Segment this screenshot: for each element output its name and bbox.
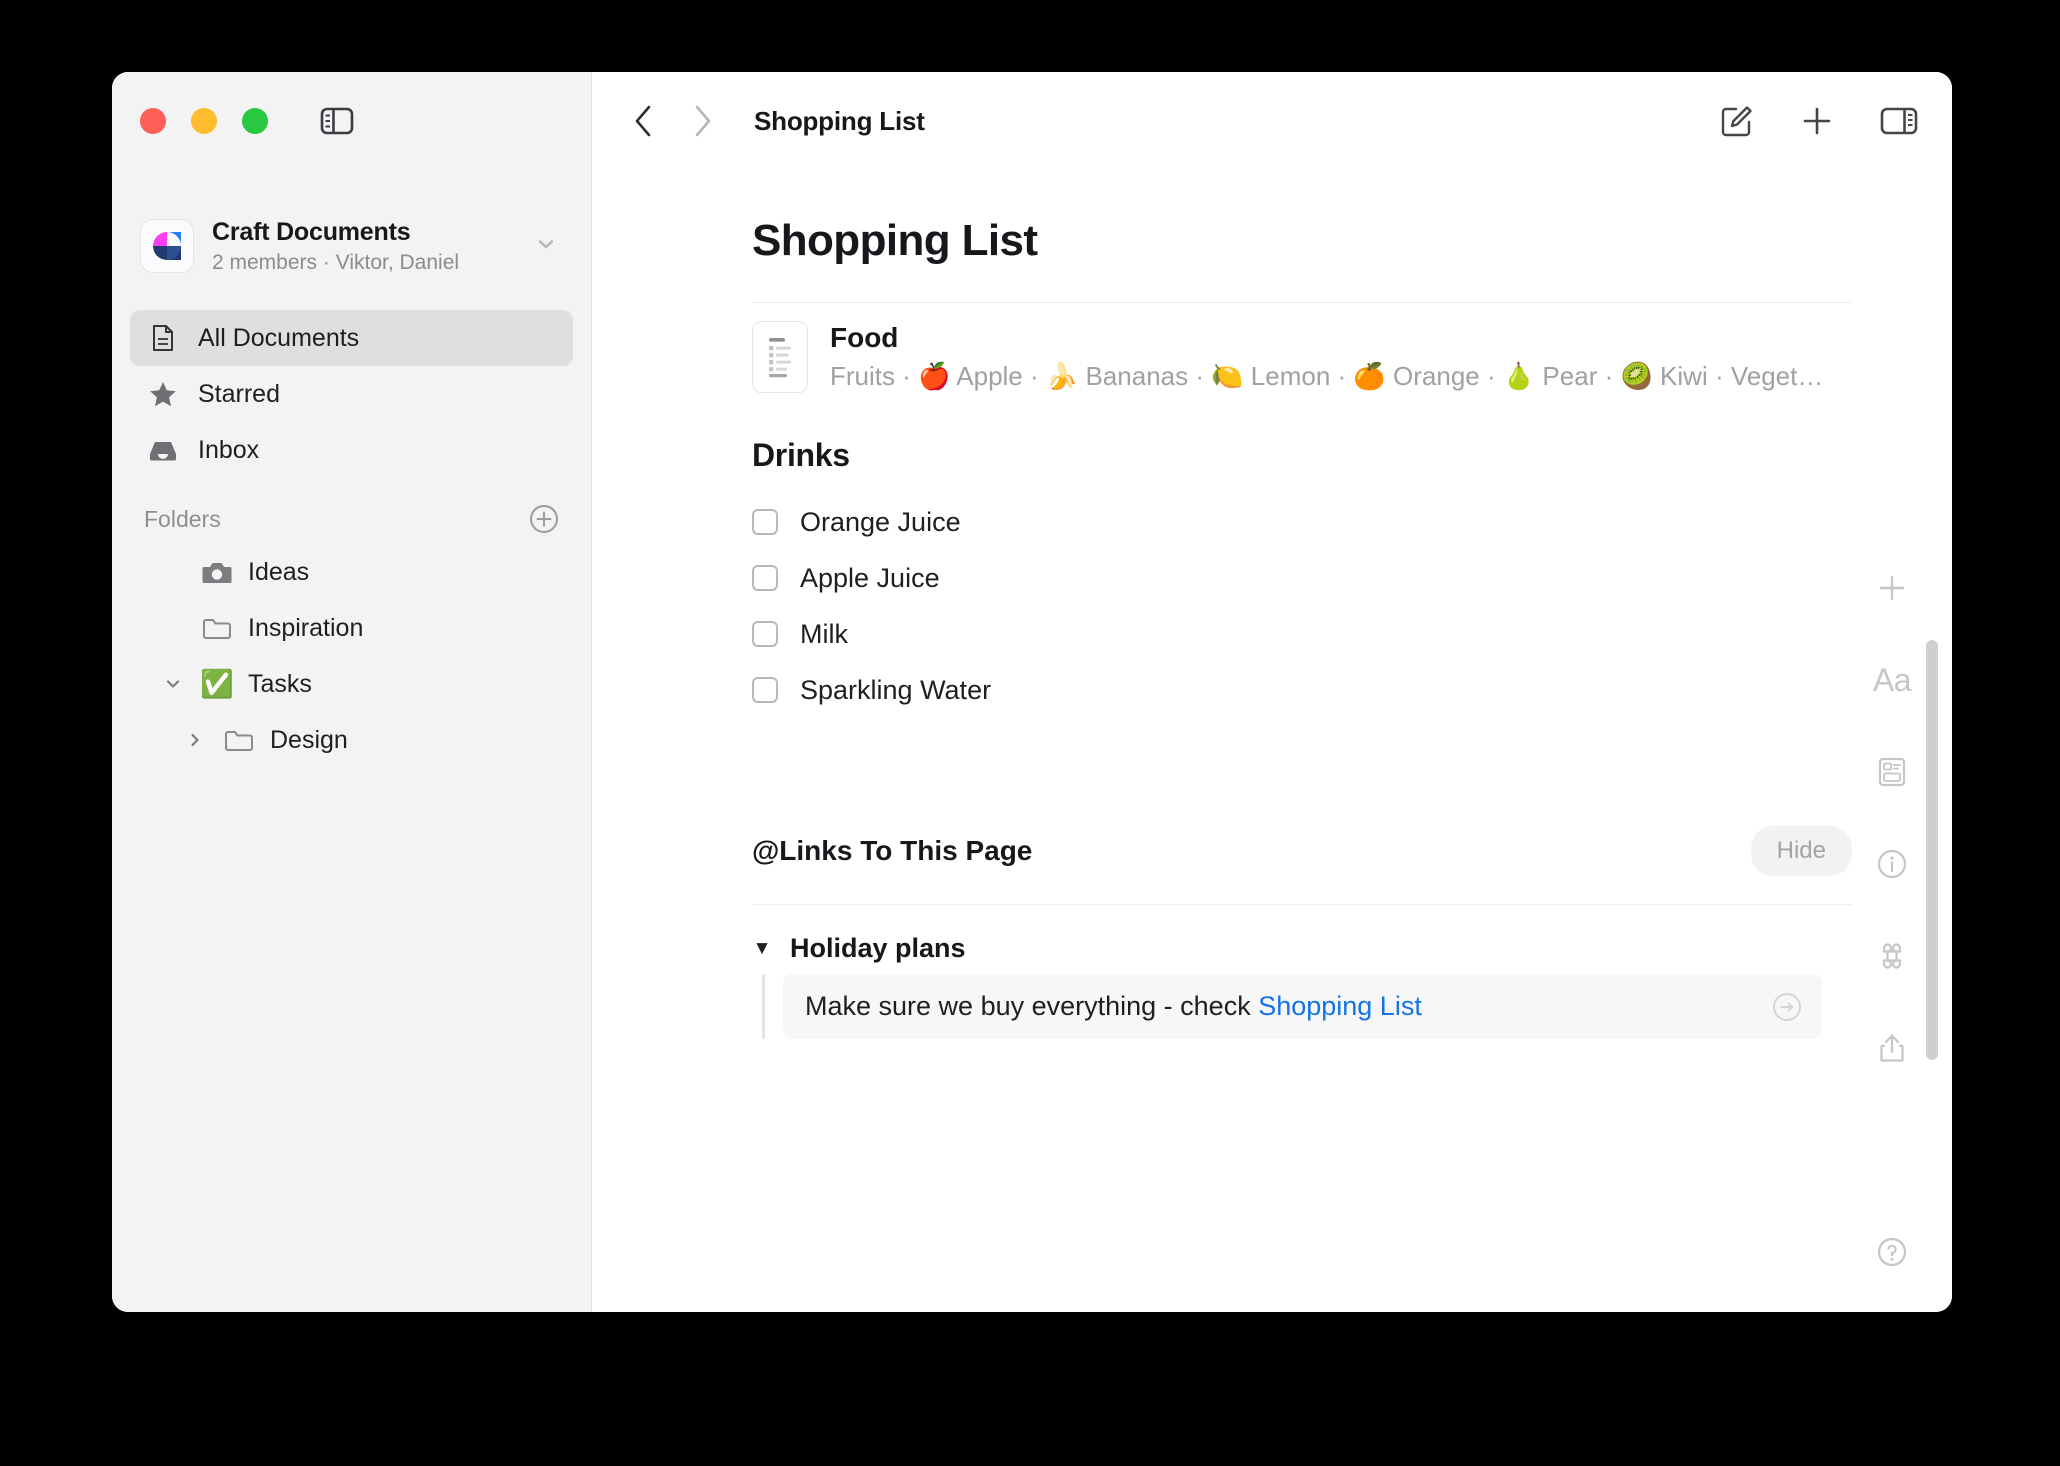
sidebar-nav: All Documents Starred Inbox bbox=[112, 294, 591, 478]
info-circle-icon[interactable] bbox=[1876, 844, 1908, 884]
workspace-text: Craft Documents 2 members · Viktor, Dani… bbox=[212, 218, 515, 275]
toolbar-actions bbox=[1720, 104, 1918, 138]
document-scroll-area: Shopping List Food Fruits · 🍎 Apple · 🍌 … bbox=[592, 170, 1952, 1312]
close-button[interactable] bbox=[140, 108, 166, 134]
backlink-row-wrapper: Make sure we buy everything - check Shop… bbox=[752, 974, 1822, 1039]
todo-label: Orange Juice bbox=[800, 506, 961, 537]
question-circle-icon[interactable] bbox=[1876, 1232, 1908, 1272]
todo-label: Sparkling Water bbox=[800, 674, 992, 705]
folder-icon bbox=[200, 616, 234, 641]
command-icon[interactable] bbox=[1876, 936, 1908, 976]
camera-icon bbox=[200, 560, 234, 585]
sidebar-left-toggle-icon[interactable] bbox=[320, 106, 356, 136]
sidebar-item-inbox[interactable]: Inbox bbox=[130, 422, 573, 478]
document-preview-icon bbox=[752, 321, 808, 393]
card-style-icon[interactable] bbox=[1877, 752, 1907, 792]
folder-item-inspiration[interactable]: Inspiration bbox=[130, 600, 573, 656]
craft-logo-icon bbox=[140, 219, 194, 273]
backlink-group-header[interactable]: ▼ Holiday plans bbox=[752, 933, 1822, 964]
linked-card-preview: Fruits · 🍎 Apple · 🍌 Bananas · 🍋 Lemon ·… bbox=[830, 361, 1822, 391]
todo-label: Milk bbox=[800, 618, 848, 649]
chevron-down-icon[interactable] bbox=[533, 231, 563, 262]
toolbar-document-title: Shopping List bbox=[754, 105, 925, 136]
backlinks-section: @Links To This Page Hide ▼ Holiday plans bbox=[752, 826, 1852, 1039]
sidebar-item-all-documents[interactable]: All Documents bbox=[130, 310, 573, 366]
checkbox-icon[interactable] bbox=[752, 677, 778, 703]
add-icon[interactable] bbox=[1800, 104, 1834, 138]
chevron-right-icon[interactable] bbox=[182, 730, 208, 750]
plus-circle-icon[interactable] bbox=[529, 504, 559, 534]
page-title: Shopping List bbox=[752, 216, 1038, 265]
todo-item[interactable]: Apple Juice bbox=[752, 550, 1822, 606]
vertical-scrollbar[interactable] bbox=[1926, 640, 1938, 1060]
folder-label: Ideas bbox=[248, 557, 310, 586]
forward-button[interactable] bbox=[690, 104, 714, 138]
linked-card-title: Food bbox=[830, 322, 899, 353]
backlink-text: Make sure we buy everything - check Shop… bbox=[805, 991, 1422, 1022]
folder-item-tasks[interactable]: ✅ Tasks bbox=[130, 656, 573, 712]
back-button[interactable] bbox=[632, 104, 656, 138]
share-icon[interactable] bbox=[1877, 1028, 1907, 1068]
document-toolbar: Shopping List bbox=[592, 72, 1952, 170]
todo-item[interactable]: Milk bbox=[752, 606, 1822, 662]
todo-item[interactable]: Sparkling Water bbox=[752, 662, 1822, 718]
workspace-members: 2 members · Viktor, Daniel bbox=[212, 250, 460, 274]
document-icon bbox=[148, 324, 178, 352]
todo-label: Apple Juice bbox=[800, 562, 940, 593]
folders-section-title: Folders bbox=[144, 505, 221, 532]
chevron-down-icon[interactable] bbox=[160, 674, 186, 694]
checkbox-icon[interactable] bbox=[752, 565, 778, 591]
folder-label: Design bbox=[270, 725, 348, 754]
workspace-name: Craft Documents bbox=[212, 217, 411, 246]
backlink-source-title: Holiday plans bbox=[790, 933, 966, 963]
sidebar-item-label: All Documents bbox=[198, 323, 360, 352]
sidebar: Craft Documents 2 members · Viktor, Dani… bbox=[112, 72, 592, 1312]
check-mark-emoji-icon: ✅ bbox=[200, 668, 234, 699]
sidebar-titlebar bbox=[112, 72, 591, 170]
todo-list: Orange Juice Apple Juice Milk Sparkling … bbox=[752, 494, 1822, 718]
backlinks-divider bbox=[752, 904, 1852, 905]
sidebar-item-label: Inbox bbox=[198, 435, 260, 464]
linked-card-body: Food Fruits · 🍎 Apple · 🍌 Bananas · 🍋 Le… bbox=[830, 322, 1822, 392]
document-body: Shopping List Food Fruits · 🍎 Apple · 🍌 … bbox=[722, 170, 1852, 1039]
typography-icon[interactable]: Aa bbox=[1873, 660, 1912, 700]
backlink-row[interactable]: Make sure we buy everything - check Shop… bbox=[783, 974, 1822, 1039]
folder-icon bbox=[222, 728, 256, 753]
linked-document-card[interactable]: Food Fruits · 🍎 Apple · 🍌 Bananas · 🍋 Le… bbox=[752, 303, 1822, 407]
backlink-indent-bar bbox=[762, 974, 765, 1039]
backlink-page-link[interactable]: Shopping List bbox=[1258, 991, 1422, 1021]
backlink-text-prefix: Make sure we buy everything - check bbox=[805, 991, 1259, 1021]
sidebar-item-starred[interactable]: Starred bbox=[130, 366, 573, 422]
folder-label: Tasks bbox=[248, 669, 312, 698]
workspace-switcher[interactable]: Craft Documents 2 members · Viktor, Dani… bbox=[112, 198, 591, 294]
checkbox-icon[interactable] bbox=[752, 621, 778, 647]
folders-section-header: Folders bbox=[112, 478, 591, 544]
rail-add-icon[interactable] bbox=[1876, 568, 1908, 608]
navigation-arrows bbox=[632, 104, 714, 138]
todo-item[interactable]: Orange Juice bbox=[752, 494, 1822, 550]
inbox-icon bbox=[148, 438, 178, 462]
section-heading-drinks: Drinks bbox=[752, 437, 850, 473]
sidebar-item-label: Starred bbox=[198, 379, 280, 408]
zoom-button[interactable] bbox=[242, 108, 268, 134]
backlink-group: ▼ Holiday plans Make sure we buy everyth… bbox=[752, 933, 1822, 1039]
star-icon bbox=[148, 381, 178, 408]
folders-list: Ideas Inspiration ✅ Tasks Design bbox=[112, 544, 591, 768]
backlinks-header: @Links To This Page Hide bbox=[752, 826, 1852, 876]
folder-item-ideas[interactable]: Ideas bbox=[130, 544, 573, 600]
backlinks-title: @Links To This Page bbox=[752, 835, 1033, 866]
folder-item-design[interactable]: Design bbox=[130, 712, 573, 768]
compose-icon[interactable] bbox=[1720, 104, 1754, 138]
app-window: Craft Documents 2 members · Viktor, Dani… bbox=[112, 72, 1952, 1312]
main-panel: Shopping List Shopping List Food Fruits … bbox=[592, 72, 1952, 1312]
window-controls bbox=[140, 108, 268, 134]
caret-down-icon[interactable]: ▼ bbox=[752, 938, 772, 960]
sidebar-right-toggle-icon[interactable] bbox=[1880, 106, 1918, 136]
arrow-right-circle-icon[interactable] bbox=[1772, 992, 1802, 1022]
checkbox-icon[interactable] bbox=[752, 509, 778, 535]
folder-label: Inspiration bbox=[248, 613, 364, 642]
minimize-button[interactable] bbox=[191, 108, 217, 134]
